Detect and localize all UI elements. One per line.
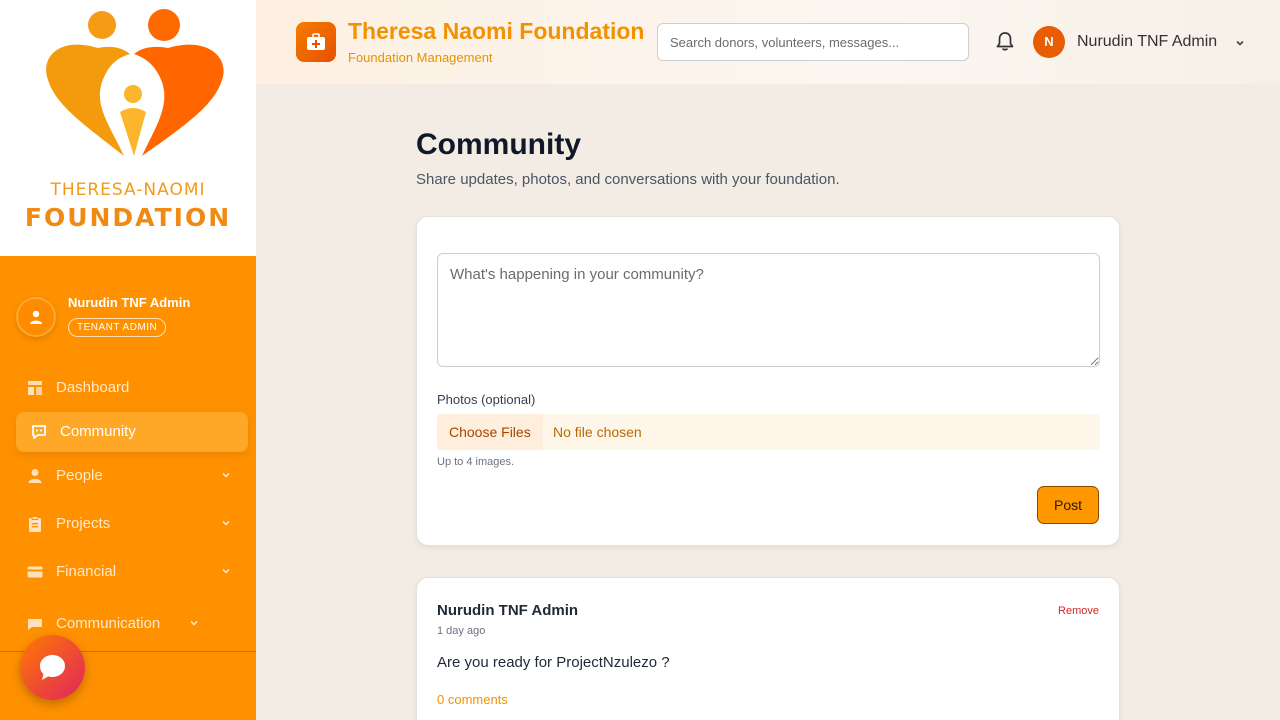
sidebar-item-people[interactable]: People — [16, 456, 248, 496]
person-icon — [30, 310, 42, 324]
post-card: Nurudin TNF Admin 1 day ago Remove Are y… — [416, 577, 1120, 720]
community-icon — [32, 425, 46, 439]
post-composer: Photos (optional) Choose Files No file c… — [416, 216, 1120, 546]
page-subtitle: Share updates, photos, and conversations… — [416, 171, 840, 188]
remove-post-button[interactable]: Remove — [1058, 605, 1099, 617]
chat-button[interactable] — [20, 635, 85, 700]
post-button[interactable]: Post — [1037, 486, 1099, 524]
message-icon — [28, 619, 42, 630]
chevron-down-icon[interactable] — [1234, 37, 1246, 49]
logo-hearts-icon — [46, 9, 224, 156]
sidebar-item-financial[interactable]: Financial — [16, 552, 248, 592]
sidebar: THERESA-NAOMI FOUNDATION Nurudin TNF Adm… — [0, 0, 256, 720]
post-timestamp: 1 day ago — [437, 625, 486, 637]
chevron-down-icon — [222, 568, 230, 574]
choose-files-button[interactable]: Choose Files — [437, 414, 543, 450]
sidebar-item-label: Dashboard — [56, 379, 130, 396]
card-icon — [27, 566, 43, 578]
post-body: Are you ready for ProjectNzulezo ? — [437, 654, 670, 671]
sidebar-user-name: Nurudin TNF Admin — [68, 295, 191, 310]
post-author: Nurudin TNF Admin — [437, 602, 579, 619]
sidebar-item-label: Projects — [56, 515, 111, 532]
user-avatar[interactable]: N — [1033, 26, 1065, 58]
user-menu-name[interactable]: Nurudin TNF Admin — [1077, 33, 1217, 51]
file-input[interactable]: Choose Files No file chosen — [437, 414, 1100, 450]
chevron-down-icon — [222, 520, 230, 526]
page-title: Community — [416, 128, 581, 161]
chevron-down-icon — [222, 472, 230, 478]
sidebar-item-label: People — [56, 467, 103, 484]
sidebar-item-dashboard[interactable]: Dashboard — [16, 368, 248, 408]
notification-bell-icon[interactable] — [996, 31, 1014, 52]
person-icon — [28, 469, 42, 483]
sidebar-user-card: Nurudin TNF Admin TENANT ADMIN — [16, 292, 246, 342]
sidebar-item-label: Financial — [56, 563, 117, 580]
role-badge: TENANT ADMIN — [68, 318, 167, 337]
logo-text-bottom: FOUNDATION — [24, 203, 232, 232]
app-title: Theresa Naomi Foundation — [348, 18, 645, 44]
chat-bubble-icon — [40, 655, 65, 680]
search-input[interactable] — [657, 23, 969, 61]
sidebar-item-label: Communication — [56, 615, 161, 632]
sidebar-item-community[interactable]: Community — [16, 412, 248, 452]
sidebar-item-label: Community — [60, 423, 136, 440]
photos-label: Photos (optional) — [437, 392, 536, 407]
avatar — [16, 297, 56, 337]
brand-icon — [296, 22, 336, 62]
medical-kit-icon — [307, 33, 325, 50]
top-header: Theresa Naomi Foundation Foundation Mana… — [256, 0, 1280, 84]
app-subtitle: Foundation Management — [348, 50, 493, 65]
foundation-logo: THERESA-NAOMI FOUNDATION — [0, 0, 256, 256]
file-status: No file chosen — [553, 424, 642, 440]
comments-link[interactable]: 0 comments — [437, 692, 508, 707]
dashboard-icon — [28, 381, 42, 395]
sidebar-item-projects[interactable]: Projects — [16, 504, 248, 544]
post-textarea[interactable] — [437, 253, 1100, 367]
chevron-down-icon — [190, 620, 198, 626]
logo-text-top: THERESA-NAOMI — [50, 180, 206, 200]
clipboard-icon — [29, 516, 41, 532]
upload-hint: Up to 4 images. — [437, 456, 515, 468]
